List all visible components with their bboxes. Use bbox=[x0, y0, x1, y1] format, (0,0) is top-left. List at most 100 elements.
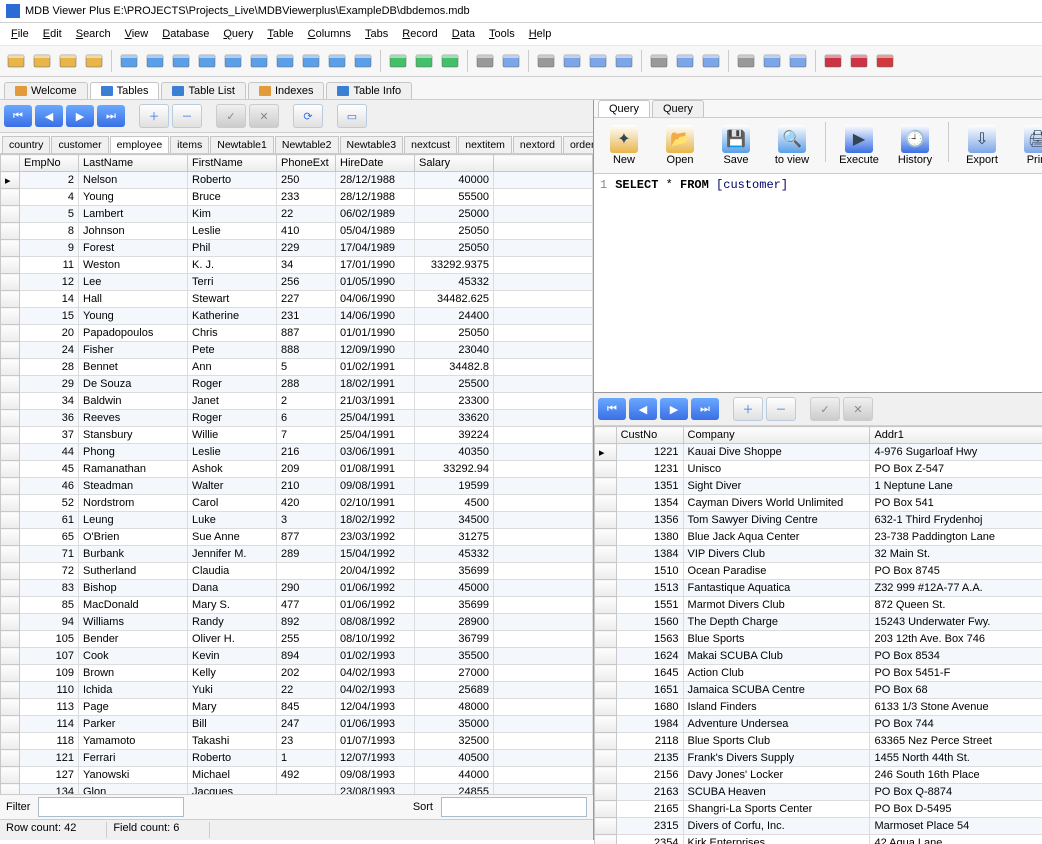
query-execute-button[interactable]: ▶Execute bbox=[833, 122, 885, 169]
table-row[interactable]: 1354Cayman Divers World UnlimitedPO Box … bbox=[595, 495, 1042, 512]
q-first-record-button[interactable]: ⏮ bbox=[598, 398, 626, 420]
table-row[interactable]: ▸1221Kauai Dive Shoppe4-976 Sugarloaf Hw… bbox=[595, 444, 1042, 461]
toolbar-button-16[interactable] bbox=[438, 49, 462, 73]
table-row[interactable]: 1551Marmot Divers Club872 Queen St. bbox=[595, 597, 1042, 614]
table-row[interactable]: 72SutherlandClaudia20/04/199235699 bbox=[1, 563, 593, 580]
table-row[interactable]: 11WestonK. J.3417/01/199033292.9375 bbox=[1, 257, 593, 274]
q-post-edit-button[interactable]: ✓ bbox=[810, 397, 840, 421]
table-row[interactable]: 127YanowskiMichael49209/08/199344000 bbox=[1, 767, 593, 784]
col-firstname[interactable]: FirstName bbox=[188, 155, 277, 172]
prev-record-button[interactable]: ◀ bbox=[35, 105, 63, 127]
customer-grid[interactable]: CustNoCompanyAddr1Addr2▸1221Kauai Dive S… bbox=[594, 426, 1042, 844]
table-row[interactable]: 94WilliamsRandy89208/08/199228900 bbox=[1, 614, 593, 631]
toolbar-button-26[interactable] bbox=[734, 49, 758, 73]
post-edit-button[interactable]: ✓ bbox=[216, 104, 246, 128]
table-tab-newtable1[interactable]: Newtable1 bbox=[210, 136, 274, 153]
table-row[interactable]: 12LeeTerri25601/05/199045332 bbox=[1, 274, 593, 291]
table-row[interactable]: 14HallStewart22704/06/199034482.625 bbox=[1, 291, 593, 308]
table-row[interactable]: 65O'BrienSue Anne87723/03/199231275 bbox=[1, 529, 593, 546]
query-open-button[interactable]: 📂Open bbox=[654, 122, 706, 169]
toolbar-button-21[interactable] bbox=[586, 49, 610, 73]
q-next-record-button[interactable]: ▶ bbox=[660, 398, 688, 420]
menu-table[interactable]: Table bbox=[260, 26, 300, 42]
table-row[interactable]: 37StansburyWillie725/04/199139224 bbox=[1, 427, 593, 444]
toolbar-button-23[interactable] bbox=[647, 49, 671, 73]
table-row[interactable]: 44PhongLeslie21603/06/199140350 bbox=[1, 444, 593, 461]
table-row[interactable]: 121FerrariRoberto112/07/199340500 bbox=[1, 750, 593, 767]
table-row[interactable]: 83BishopDana29001/06/199245000 bbox=[1, 580, 593, 597]
toolbar-button-4[interactable] bbox=[117, 49, 141, 73]
toolbar-button-27[interactable] bbox=[760, 49, 784, 73]
menu-record[interactable]: Record bbox=[395, 26, 444, 42]
toolbar-button-3[interactable] bbox=[82, 49, 106, 73]
toolbar-button-20[interactable] bbox=[560, 49, 584, 73]
tab-table-info[interactable]: Table Info bbox=[326, 82, 412, 99]
tab-welcome[interactable]: Welcome bbox=[4, 82, 88, 99]
table-tab-newtable2[interactable]: Newtable2 bbox=[275, 136, 339, 153]
toolbar-button-29[interactable] bbox=[821, 49, 845, 73]
toolbar-button-31[interactable] bbox=[873, 49, 897, 73]
query-tab-0[interactable]: Query bbox=[598, 100, 650, 117]
menu-query[interactable]: Query bbox=[216, 26, 260, 42]
menu-tools[interactable]: Tools bbox=[482, 26, 522, 42]
table-row[interactable]: 1651Jamaica SCUBA CentrePO Box 68 bbox=[595, 682, 1042, 699]
tab-table-list[interactable]: Table List bbox=[161, 82, 245, 99]
q-add-record-button[interactable]: ＋ bbox=[733, 397, 763, 421]
table-row[interactable]: 1231UniscoPO Box Z-547 bbox=[595, 461, 1042, 478]
table-row[interactable]: 45RamanathanAshok20901/08/199133292.94 bbox=[1, 461, 593, 478]
table-row[interactable]: 2315Divers of Corfu, Inc.Marmoset Place … bbox=[595, 818, 1042, 835]
table-row[interactable]: 71BurbankJennifer M.28915/04/199245332 bbox=[1, 546, 593, 563]
menu-database[interactable]: Database bbox=[155, 26, 216, 42]
table-row[interactable]: 118YamamotoTakashi2301/07/199332500 bbox=[1, 733, 593, 750]
table-row[interactable]: 114ParkerBill24701/06/199335000 bbox=[1, 716, 593, 733]
query-tab-1[interactable]: Query bbox=[652, 100, 704, 117]
query-new-button[interactable]: ✦New bbox=[598, 122, 650, 169]
toolbar-button-1[interactable] bbox=[30, 49, 54, 73]
table-tab-customer[interactable]: customer bbox=[51, 136, 108, 153]
table-row[interactable]: 110IchidaYuki2204/02/199325689 bbox=[1, 682, 593, 699]
q-last-record-button[interactable]: ⏭ bbox=[691, 398, 719, 420]
col-salary[interactable]: Salary bbox=[415, 155, 494, 172]
menu-data[interactable]: Data bbox=[445, 26, 482, 42]
q-delete-record-button[interactable]: － bbox=[766, 397, 796, 421]
table-row[interactable]: ▸2NelsonRoberto25028/12/198840000 bbox=[1, 172, 593, 189]
table-row[interactable]: 85MacDonaldMary S.47701/06/199235699 bbox=[1, 597, 593, 614]
col-custno[interactable]: CustNo bbox=[616, 427, 683, 444]
table-tab-nextcust[interactable]: nextcust bbox=[404, 136, 457, 153]
toolbar-button-5[interactable] bbox=[143, 49, 167, 73]
table-tab-country[interactable]: country bbox=[2, 136, 50, 153]
table-row[interactable]: 2156Davy Jones' Locker246 South 16th Pla… bbox=[595, 767, 1042, 784]
toolbar-button-22[interactable] bbox=[612, 49, 636, 73]
table-row[interactable]: 5LambertKim2206/02/198925000 bbox=[1, 206, 593, 223]
toolbar-button-6[interactable] bbox=[169, 49, 193, 73]
cancel-edit-button[interactable]: ✕ bbox=[249, 104, 279, 128]
table-row[interactable]: 15YoungKatherine23114/06/199024400 bbox=[1, 308, 593, 325]
employee-grid[interactable]: EmpNoLastNameFirstNamePhoneExtHireDateSa… bbox=[0, 154, 593, 794]
table-row[interactable]: 2135Frank's Divers Supply1455 North 44th… bbox=[595, 750, 1042, 767]
table-row[interactable]: 107CookKevin89401/02/199335500 bbox=[1, 648, 593, 665]
col-company[interactable]: Company bbox=[683, 427, 870, 444]
toolbar-button-8[interactable] bbox=[221, 49, 245, 73]
first-record-button[interactable]: ⏮ bbox=[4, 105, 32, 127]
table-tab-employee[interactable]: employee bbox=[110, 136, 170, 153]
col-phoneext[interactable]: PhoneExt bbox=[277, 155, 336, 172]
table-row[interactable]: 1680Island Finders6133 1/3 Stone Avenue bbox=[595, 699, 1042, 716]
table-row[interactable]: 4YoungBruce23328/12/198855500 bbox=[1, 189, 593, 206]
query-export-button[interactable]: ⇩Export bbox=[956, 122, 1008, 169]
query-print-button[interactable]: 🖨Print bbox=[1012, 122, 1042, 169]
table-row[interactable]: 34BaldwinJanet221/03/199123300 bbox=[1, 393, 593, 410]
menu-search[interactable]: Search bbox=[69, 26, 118, 42]
table-row[interactable]: 29De SouzaRoger28818/02/199125500 bbox=[1, 376, 593, 393]
col-empno[interactable]: EmpNo bbox=[20, 155, 79, 172]
sql-editor[interactable]: 1SELECT * FROM [customer] bbox=[594, 174, 1042, 393]
table-row[interactable]: 1984Adventure UnderseaPO Box 744 bbox=[595, 716, 1042, 733]
toolbar-button-17[interactable] bbox=[473, 49, 497, 73]
table-row[interactable]: 1356Tom Sawyer Diving Centre632-1 Third … bbox=[595, 512, 1042, 529]
last-record-button[interactable]: ⏭ bbox=[97, 105, 125, 127]
table-row[interactable]: 1563Blue Sports203 12th Ave. Box 746 bbox=[595, 631, 1042, 648]
toolbar-button-18[interactable] bbox=[499, 49, 523, 73]
refresh-button[interactable]: ⟳ bbox=[293, 104, 323, 128]
q-cancel-edit-button[interactable]: ✕ bbox=[843, 397, 873, 421]
table-row[interactable]: 1384VIP Divers Club32 Main St. bbox=[595, 546, 1042, 563]
table-row[interactable]: 1513Fantastique AquaticaZ32 999 #12A-77 … bbox=[595, 580, 1042, 597]
